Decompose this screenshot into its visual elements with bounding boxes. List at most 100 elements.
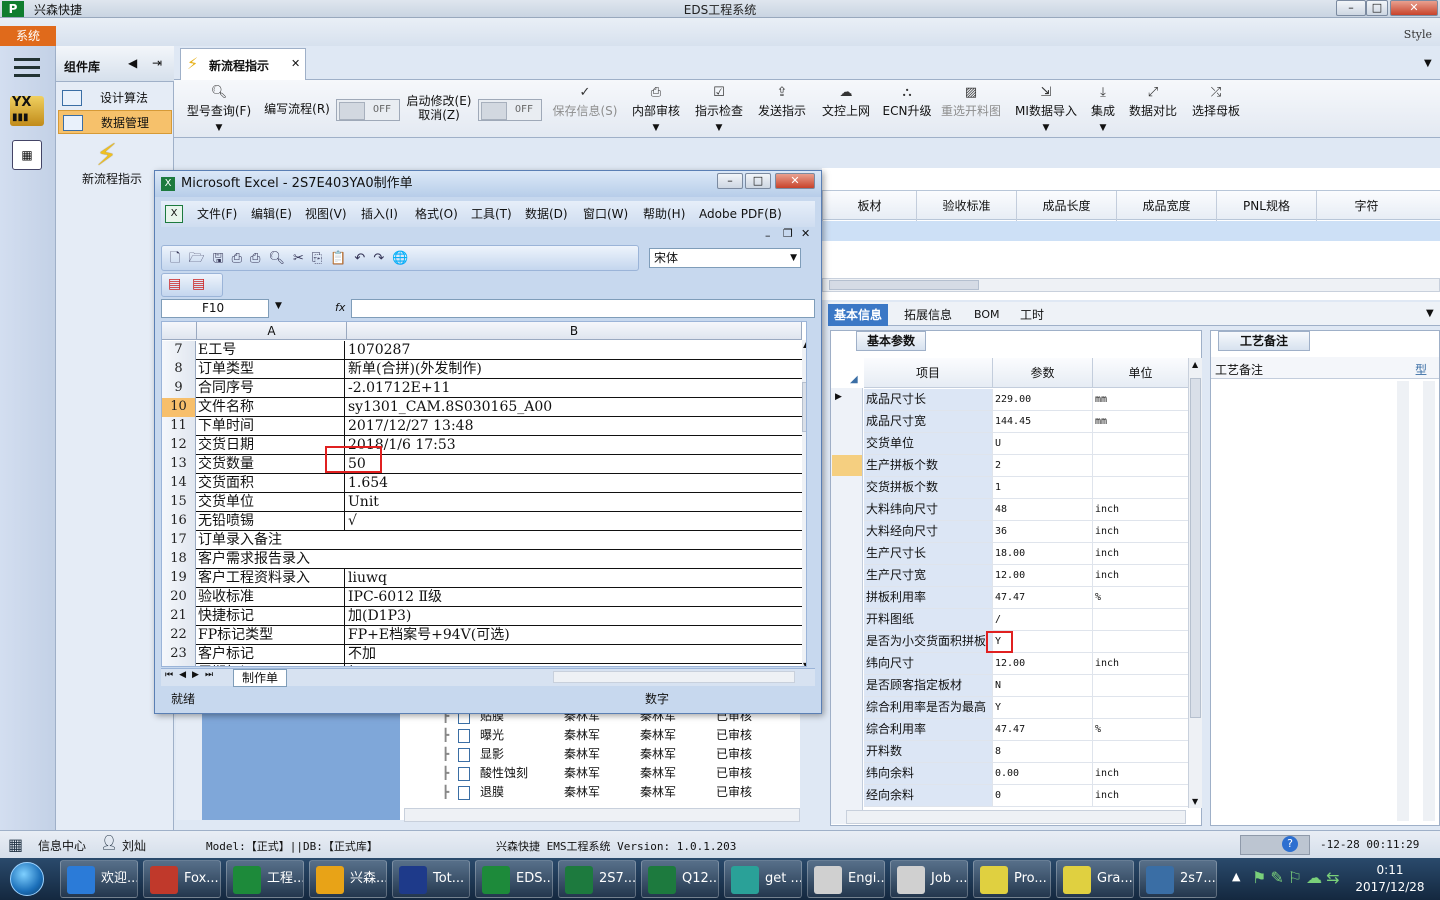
save-info-button[interactable]: ✓ 保存信息(S) <box>550 80 620 136</box>
param-row[interactable]: 开料数 8 <box>864 741 1188 763</box>
sheet-row[interactable]: 9 合同序号 -2.01712E+11 <box>162 379 802 398</box>
cell-b[interactable]: 1.654 <box>347 474 799 492</box>
row-number[interactable]: 20 <box>162 588 196 607</box>
select-all-corner[interactable] <box>162 322 197 340</box>
param-row[interactable]: 大料经向尺寸 36 inch <box>864 521 1188 543</box>
system-tray-icons[interactable]: ⚑✎⚐☁⇆ <box>1252 868 1344 887</box>
formula-bar[interactable] <box>351 299 815 318</box>
sheet-row[interactable]: 15 交货单位 Unit <box>162 493 802 512</box>
param-value[interactable]: 36 <box>992 521 1092 542</box>
param-row[interactable]: 成品尺寸宽 144.45 mm <box>864 411 1188 433</box>
sheet-row[interactable]: 10 文件名称 sy1301_CAM.8S030165_A00 <box>162 398 802 417</box>
param-row[interactable]: 开料图纸 / <box>864 609 1188 631</box>
param-row[interactable]: 生产尺寸宽 12.00 inch <box>864 565 1188 587</box>
column-header[interactable]: 参数 <box>992 358 1092 388</box>
tree-row[interactable]: ┣ 曝光 秦林军 秦林军 已审核 <box>400 726 800 745</box>
taskbar-item[interactable]: get ... <box>724 860 802 898</box>
name-box-dropdown-icon[interactable]: ▼ <box>275 301 282 311</box>
cell-a[interactable]: 周期标记 <box>197 664 345 666</box>
data-compare-button[interactable]: ⤢ 数据对比 <box>1128 80 1178 136</box>
start-edit-button[interactable]: 启动修改(E) 取消(Z) <box>404 94 474 134</box>
reselect-cut-drawing-button[interactable]: ▨ 重选开料图 <box>940 80 1002 136</box>
param-value[interactable]: 0.00 <box>992 763 1092 784</box>
pdf-icon[interactable]: ▤ <box>168 276 181 292</box>
row-number[interactable]: 22 <box>162 626 196 645</box>
cell-a[interactable]: 客户需求报告录入 <box>197 550 345 568</box>
sheet-tab-production[interactable]: 制作单 <box>233 669 288 687</box>
column-header[interactable]: 板材 <box>822 191 916 221</box>
excel-maximize-button[interactable]: □ <box>745 173 771 189</box>
menu-insert[interactable]: 插入(I) <box>361 201 398 227</box>
doc-online-button[interactable]: ☁ 文控上网 <box>820 80 872 136</box>
sheet-row[interactable]: 19 客户工程资料录入 liuwq <box>162 569 802 588</box>
sheet-vscroll[interactable]: ▲ ▼ <box>802 340 806 666</box>
menu-file[interactable]: 文件(F) <box>197 201 237 227</box>
column-header[interactable]: 验收标准 <box>916 191 1016 221</box>
param-row[interactable]: 生产尺寸长 18.00 inch <box>864 543 1188 565</box>
cell-b[interactable]: Unit <box>347 493 799 511</box>
column-header[interactable]: 成品长度 <box>1016 191 1116 221</box>
menu-help[interactable]: 帮助(H) <box>643 201 685 227</box>
params-hscroll[interactable] <box>846 810 1186 824</box>
name-box[interactable]: F10 <box>161 299 269 318</box>
sheet-row[interactable]: 23 客户标记 不加 <box>162 645 802 664</box>
pdf-attach-icon[interactable]: ▤ <box>192 276 205 292</box>
close-button[interactable]: ✕ <box>1390 0 1438 16</box>
doc-close-icon[interactable]: ✕ <box>801 227 810 240</box>
sheet-row[interactable]: 20 验收标准 IPC-6012 Ⅱ级 <box>162 588 802 607</box>
sheet-row[interactable]: 8 订单类型 新单(合拼)(外发制作) <box>162 360 802 379</box>
taskbar-item[interactable]: 工程... <box>226 860 304 898</box>
ecn-upgrade-button[interactable]: ⛬ ECN升级 <box>882 80 932 136</box>
param-value[interactable]: 144.45 <box>992 411 1092 432</box>
tab-craft-notes[interactable]: 工艺备注 <box>1218 331 1310 351</box>
taskbar-item[interactable]: 兴森... <box>309 860 387 898</box>
sheet-row[interactable]: 13 交货数量 50 <box>162 455 802 474</box>
cell-b[interactable]: 新单(合拼)(外发制作) <box>347 360 799 378</box>
mi-data-import-button[interactable]: ⇲ MI数据导入 ▼ <box>1014 80 1078 136</box>
param-row[interactable]: 综合利用率是否为最高 Y <box>864 697 1188 719</box>
param-row[interactable]: 大料纬向尺寸 48 inch <box>864 499 1188 521</box>
param-value[interactable]: 1 <box>992 477 1092 498</box>
row-number[interactable]: 17 <box>162 531 196 550</box>
style-label[interactable]: Style <box>1404 28 1432 41</box>
integrate-button[interactable]: ⤓ 集成 ▼ <box>1088 80 1118 136</box>
info-center-label[interactable]: 信息中心 <box>38 837 86 854</box>
row-number[interactable]: 10 <box>162 398 196 417</box>
tree-row[interactable]: ┣ 显影 秦林军 秦林军 已审核 <box>400 745 800 764</box>
cell-a[interactable]: 验收标准 <box>197 588 345 606</box>
yx-module-icon[interactable]: YX ▮▮▮ <box>10 96 44 126</box>
cell-b[interactable]: 不加 <box>347 645 799 663</box>
column-header-a[interactable]: A <box>197 322 347 340</box>
cell-b[interactable]: 加(D1P3) <box>347 607 799 625</box>
sheet-row[interactable]: 14 交货面积 1.654 <box>162 474 802 493</box>
taskbar-item[interactable]: Gra... <box>1056 860 1134 898</box>
row-number[interactable]: 13 <box>162 455 196 474</box>
help-icon[interactable]: ? <box>1282 836 1298 852</box>
cell-b[interactable] <box>347 531 799 549</box>
lightning-icon[interactable]: ⚡ <box>96 138 126 174</box>
menu-adobe-pdf[interactable]: Adobe PDF(B) <box>699 201 782 227</box>
taskbar-item[interactable]: Engi... <box>807 860 885 898</box>
tree-hscroll[interactable] <box>404 808 800 822</box>
write-flow-toggle[interactable]: OFF <box>336 99 400 121</box>
taskbar-clock[interactable]: 0:11 2017/12/28 <box>1340 862 1440 896</box>
taskbar-item[interactable]: 欢迎... <box>60 860 138 898</box>
write-flow-button[interactable]: 编写流程(R) <box>262 100 332 120</box>
selected-grid-row[interactable] <box>822 221 1440 241</box>
menu-icon[interactable] <box>14 58 40 77</box>
select-mother-board-button[interactable]: ⤮ 选择母板 <box>1190 80 1242 136</box>
sheet-hscroll[interactable] <box>553 671 795 683</box>
tab-basic-params[interactable]: 基本参数 <box>856 331 926 351</box>
row-number[interactable]: 8 <box>162 360 196 379</box>
cell-b[interactable]: sy1301_CAM.8S030165_A00 <box>347 398 799 416</box>
craft-vscroll[interactable] <box>1397 381 1409 821</box>
cell-b[interactable]: 1070287 <box>347 341 799 359</box>
menu-window[interactable]: 窗口(W) <box>583 201 628 227</box>
column-header[interactable]: 工艺备注 <box>1215 361 1263 378</box>
cell-a[interactable]: 交货面积 <box>197 474 345 492</box>
cell-a[interactable]: 订单类型 <box>197 360 345 378</box>
cell-a[interactable]: E工号 <box>197 341 345 359</box>
tree-row[interactable]: ┣ 退膜 秦林军 秦林军 已审核 <box>400 783 800 802</box>
row-number[interactable]: 18 <box>162 550 196 569</box>
doc-restore-icon[interactable]: ❐ <box>783 227 793 240</box>
